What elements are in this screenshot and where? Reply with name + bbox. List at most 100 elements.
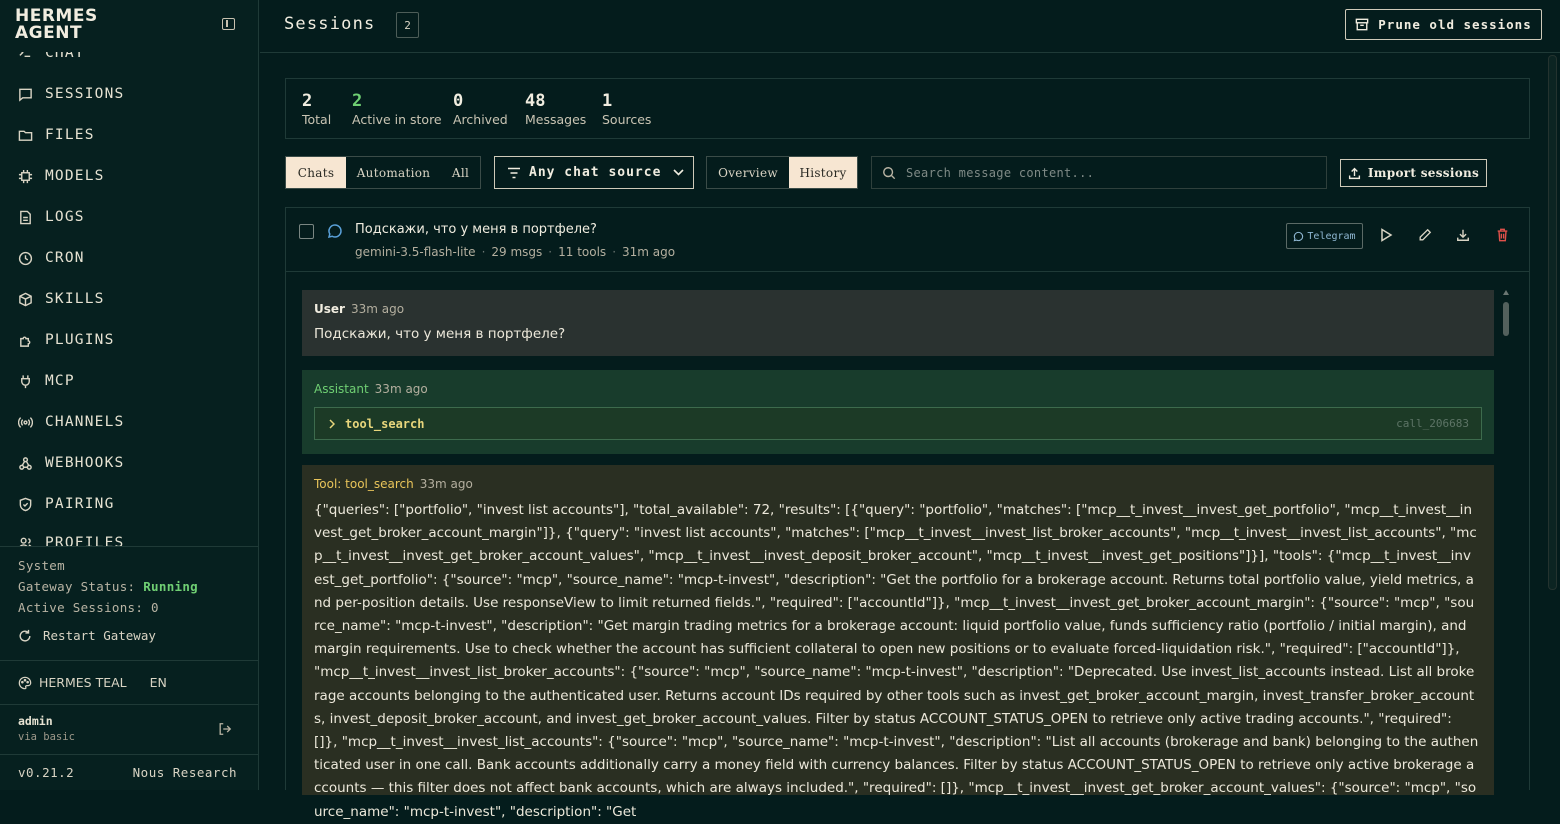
tab-all[interactable]: All <box>441 157 480 188</box>
session-model: gemini-3.5-flash-lite <box>355 245 476 259</box>
sidebar-item-skills[interactable]: SKILLS <box>18 288 105 310</box>
sidebar-item-pairing[interactable]: PAIRING <box>18 493 115 515</box>
system-status-panel: System Gateway Status: Running Active Se… <box>0 546 258 626</box>
folder-icon <box>18 128 33 143</box>
sidebar-item-files[interactable]: FILES <box>18 124 95 146</box>
shield-icon <box>18 497 33 512</box>
gateway-status-label: Gateway Status: <box>18 579 136 594</box>
sidebar-item-cron[interactable]: CRON <box>18 247 85 269</box>
sidebar-item-mcp[interactable]: MCP <box>18 370 75 392</box>
gateway-status: Gateway Status: Running <box>18 576 240 597</box>
sidebar-item-label: SKILLS <box>45 291 105 307</box>
message-time: 33m ago <box>419 477 473 491</box>
brand-logo[interactable]: HERMES AGENT <box>15 8 245 48</box>
user-panel: admin via basic <box>0 704 258 754</box>
logout-icon[interactable] <box>218 722 232 736</box>
filter-toolbar: Chats Automation All Any chat source Ove… <box>285 156 1530 189</box>
stat-label: Total <box>302 112 332 127</box>
message-scrollbar[interactable] <box>1502 290 1510 790</box>
chat-source-dropdown[interactable]: Any chat source <box>494 156 694 189</box>
sidebar-item-chat[interactable]: CHAT <box>18 52 85 64</box>
restart-gateway-button[interactable]: Restart Gateway <box>18 628 156 643</box>
package-icon <box>18 292 33 307</box>
stat-label: Archived <box>453 112 508 127</box>
stat-active: 2 Active in store <box>352 91 442 127</box>
message-header: Tool: tool_search 33m ago <box>314 477 473 491</box>
cpu-icon <box>18 169 33 184</box>
session-header[interactable]: Подскажи, что у меня в портфеле? gemini-… <box>286 208 1529 272</box>
tool-call-toggle[interactable]: tool_search call_206683 <box>314 407 1482 440</box>
tool-call-name: tool_search <box>345 416 425 431</box>
sidebar-item-label: PLUGINS <box>45 332 115 348</box>
sidebar-item-label: CHANNELS <box>45 414 125 430</box>
search-input[interactable] <box>906 165 1306 180</box>
restart-gateway-label: Restart Gateway <box>43 628 156 643</box>
source-badge-label: Telegram <box>1307 230 1356 242</box>
play-icon[interactable] <box>1378 227 1394 243</box>
sidebar-collapse-icon[interactable] <box>222 18 235 30</box>
archive-icon <box>1355 18 1369 31</box>
sidebar-item-models[interactable]: MODELS <box>18 165 105 187</box>
scroll-up-icon[interactable] <box>1503 290 1509 295</box>
tab-automation[interactable]: Automation <box>346 157 441 188</box>
view-tabs: Overview History <box>706 156 858 189</box>
app-version: v0.21.2 <box>18 765 75 780</box>
stat-archived: 0 Archived <box>453 91 508 127</box>
sidebar-item-logs[interactable]: LOGS <box>18 206 85 228</box>
chat-icon <box>18 52 33 61</box>
source-badge[interactable]: Telegram <box>1286 223 1363 249</box>
message-header: User 33m ago <box>314 302 404 316</box>
tab-overview[interactable]: Overview <box>707 157 789 188</box>
edit-icon[interactable] <box>1417 227 1433 243</box>
page-scrollbar[interactable] <box>1548 55 1557 590</box>
language-toggle[interactable]: EN <box>150 675 167 690</box>
sidebar-item-profiles[interactable]: PROFILES <box>18 532 124 546</box>
sidebar-item-label: CHAT <box>45 52 85 61</box>
message-time: 33m ago <box>374 382 428 396</box>
session-age: 31m ago <box>622 245 676 259</box>
message-time: 33m ago <box>350 302 405 316</box>
message-circle-icon <box>327 223 343 239</box>
stat-label: Active in store <box>352 112 442 127</box>
stat-messages: 48 Messages <box>525 91 586 127</box>
stats-panel: 2 Total 2 Active in store 0 Archived 48 … <box>285 78 1530 139</box>
stat-value: 48 <box>525 91 546 111</box>
stat-value: 2 <box>352 91 363 111</box>
import-sessions-button[interactable]: Import sessions <box>1340 159 1487 187</box>
stat-value: 2 <box>302 91 313 111</box>
sidebar-item-label: MCP <box>45 373 75 389</box>
session-title[interactable]: Подскажи, что у меня в портфеле? <box>355 222 597 237</box>
download-icon[interactable] <box>1455 227 1471 243</box>
theme-selector[interactable]: HERMES TEAL EN <box>0 660 258 704</box>
puzzle-icon <box>18 333 33 348</box>
tab-history[interactable]: History <box>789 157 857 188</box>
session-meta: gemini-3.5-flash-lite · 29 msgs · 11 tools · 3… <box>355 245 676 259</box>
upload-icon <box>1348 167 1361 180</box>
session-select-checkbox[interactable] <box>299 224 314 239</box>
session-card: Подскажи, что у меня в портфеле? gemini-… <box>285 207 1530 820</box>
stat-label: Messages <box>525 112 587 127</box>
tool-result-text: {"queries": ["portfolio", "invest list a… <box>314 502 1479 820</box>
tab-chats[interactable]: Chats <box>286 157 346 188</box>
sidebar-item-channels[interactable]: CHANNELS <box>18 411 124 433</box>
stat-value: 1 <box>602 91 613 111</box>
sidebar-item-webhooks[interactable]: WEBHOOKS <box>18 452 124 474</box>
message-scrollbar-thumb[interactable] <box>1503 302 1509 336</box>
message-user: User 33m ago Подскажи, что у меня в портф… <box>302 290 1494 356</box>
trash-icon[interactable] <box>1494 227 1510 243</box>
message-square-icon <box>18 87 33 102</box>
plug-icon <box>18 374 33 389</box>
version-footer: v0.21.2 Nous Research <box>0 754 258 790</box>
file-text-icon <box>18 210 33 225</box>
stat-sources: 1 Sources <box>602 91 651 127</box>
sidebar-item-label: WEBHOOKS <box>45 455 125 471</box>
prune-old-sessions-button[interactable]: Prune old sessions <box>1345 9 1542 40</box>
user-name: admin <box>18 714 53 728</box>
sidebar-item-label: SESSIONS <box>45 86 125 102</box>
gateway-status-value: Running <box>143 579 198 594</box>
refresh-icon <box>18 629 32 643</box>
sidebar-item-label: MODELS <box>45 168 105 184</box>
sidebar-item-sessions[interactable]: SESSIONS <box>18 83 124 105</box>
message-role: Tool: tool_search <box>314 477 414 491</box>
sidebar-item-plugins[interactable]: PLUGINS <box>18 329 115 351</box>
